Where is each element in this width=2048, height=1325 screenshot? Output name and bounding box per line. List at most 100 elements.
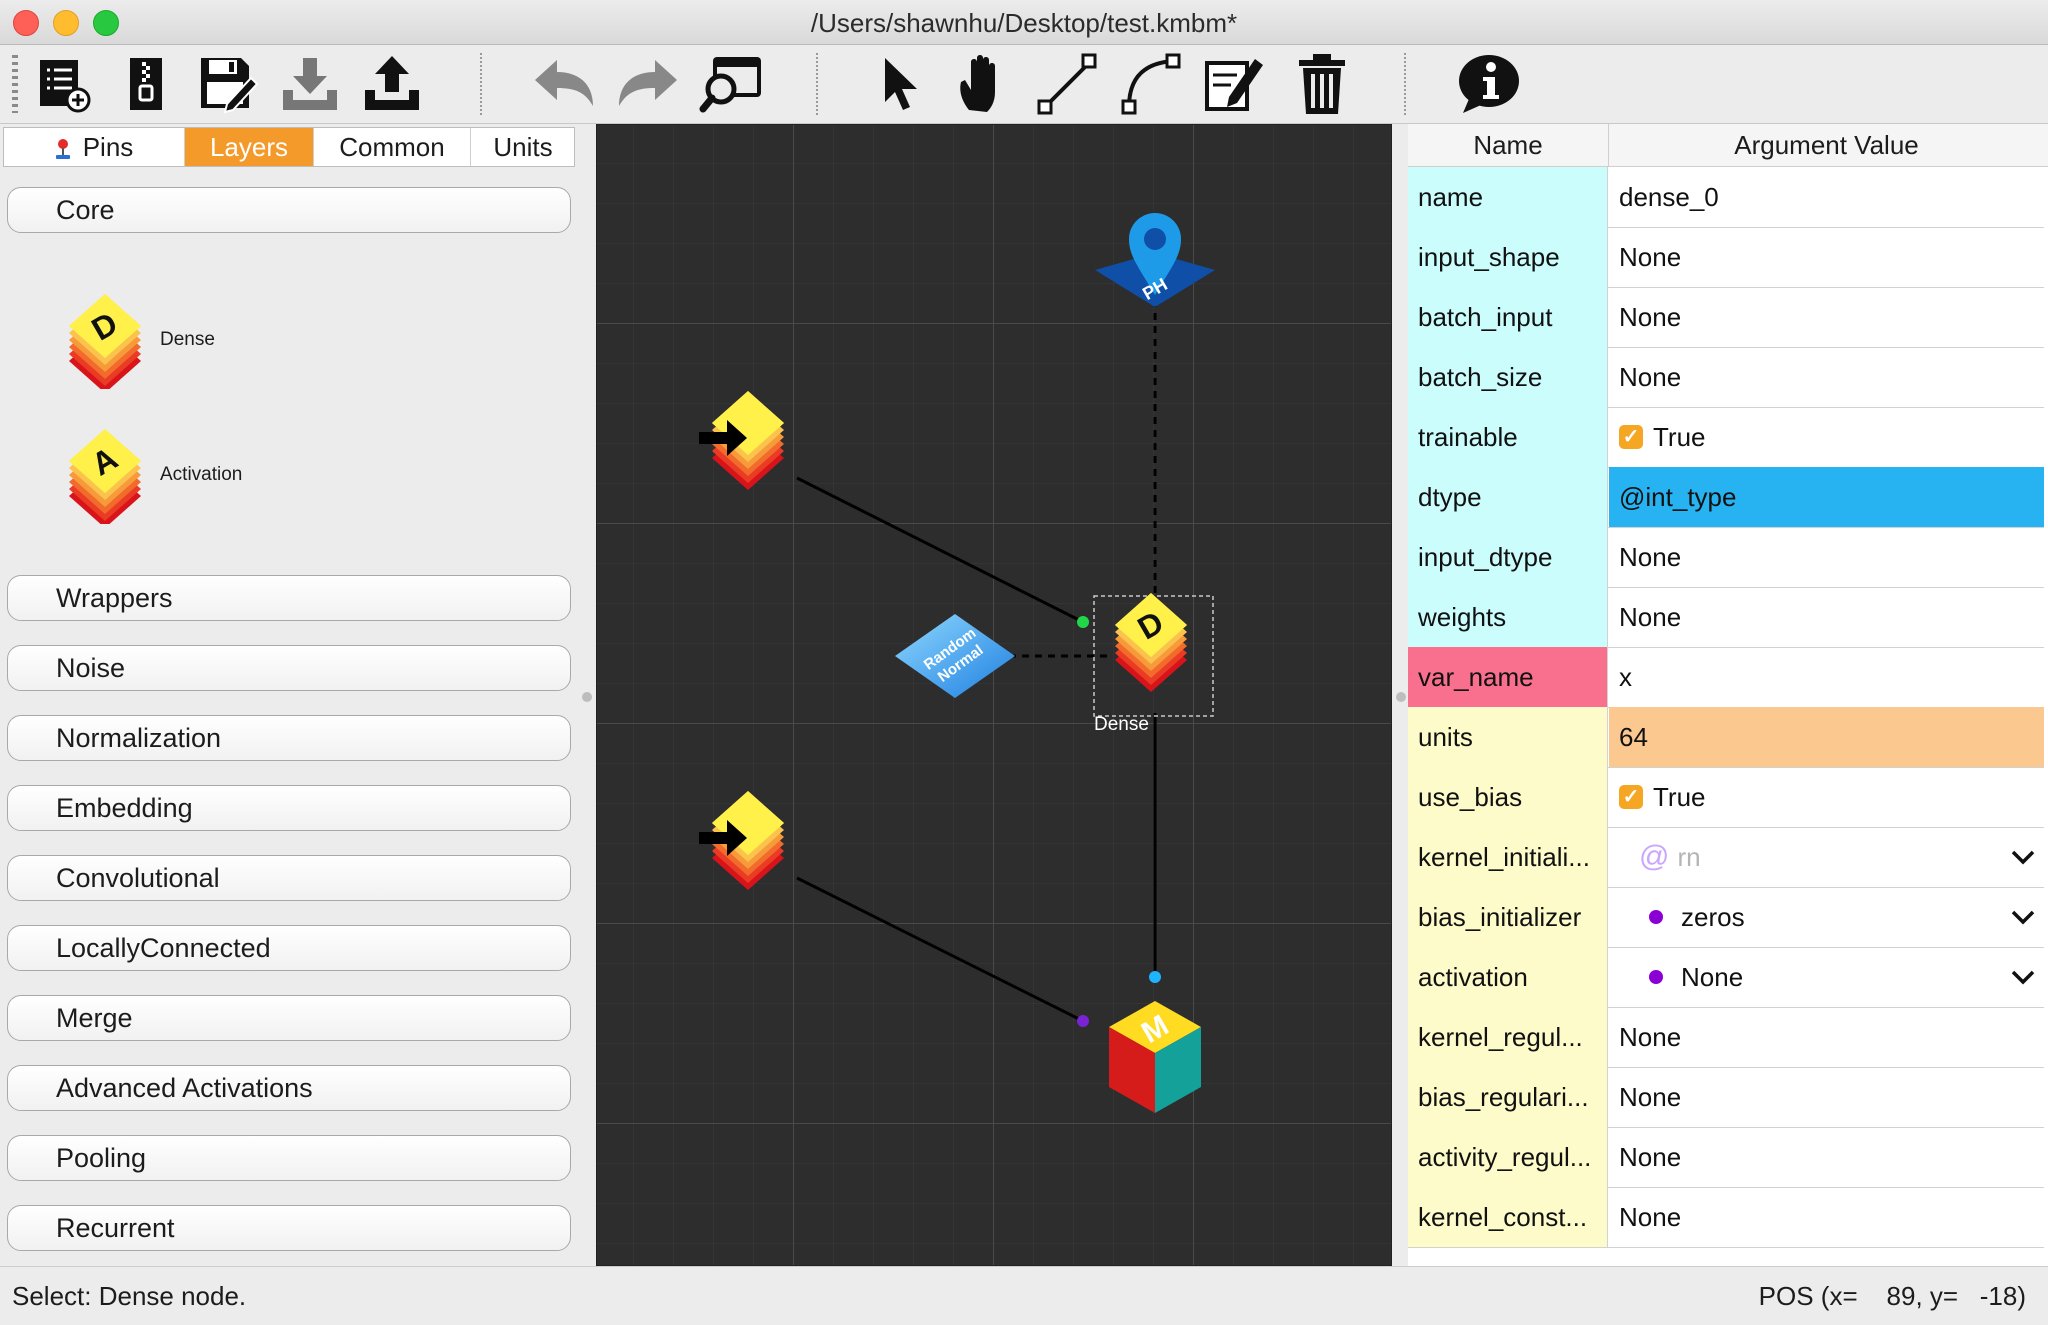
tab-pins[interactable]: Pins [4, 128, 185, 166]
section-core[interactable]: Core [7, 187, 571, 233]
property-row-trainable[interactable]: trainable ✓ True [1408, 407, 2044, 468]
property-row-units[interactable]: units 64 [1408, 707, 2044, 768]
dense-layer-icon: D [69, 294, 141, 393]
toolbar-separator [1404, 53, 1406, 115]
property-name: activation [1408, 947, 1608, 1007]
property-value[interactable]: None [1609, 1067, 2044, 1127]
property-row-dtype[interactable]: dtype @int_type [1408, 467, 2044, 528]
curve-tool-button[interactable] [1118, 50, 1186, 118]
new-file-button[interactable] [28, 50, 96, 118]
property-value[interactable]: None [1609, 1127, 2044, 1187]
section-merge[interactable]: Merge [7, 995, 571, 1041]
column-header-value[interactable]: Argument Value [1609, 124, 2044, 166]
property-name: kernel_initiali... [1408, 827, 1608, 887]
property-row-var-name[interactable]: var_name x [1408, 647, 2044, 708]
property-row-kernel-regul[interactable]: kernel_regul... None [1408, 1007, 2044, 1068]
property-row-name[interactable]: name dense_0 [1408, 167, 2044, 228]
section-pooling[interactable]: Pooling [7, 1135, 571, 1181]
property-row-bias-regulari[interactable]: bias_regulari... None [1408, 1067, 2044, 1128]
property-value[interactable]: None [1609, 527, 2044, 587]
section-convolutional[interactable]: Convolutional [7, 855, 571, 901]
section-noise[interactable]: Noise [7, 645, 571, 691]
property-row-activity-regul[interactable]: activity_regul... None [1408, 1127, 2044, 1188]
property-value-text: None [1619, 1141, 1682, 1172]
section-advanced-activations[interactable]: Advanced Activations [7, 1065, 571, 1111]
toolbar-grip[interactable] [12, 55, 18, 113]
property-row-batch-size[interactable]: batch_size None [1408, 347, 2044, 408]
save-edit-icon [201, 58, 259, 114]
property-value[interactable]: None [1609, 227, 2044, 287]
right-split-handle[interactable] [1396, 692, 1406, 702]
line-tool-button[interactable] [1034, 50, 1102, 118]
property-value[interactable]: @ rn [1609, 827, 2044, 887]
left-split-handle[interactable] [582, 692, 592, 702]
property-name: input_shape [1408, 227, 1608, 287]
edit-tool-button[interactable] [1200, 50, 1268, 118]
property-value[interactable]: x [1609, 647, 2044, 707]
property-row-batch-input[interactable]: batch_input None [1408, 287, 2044, 348]
palette-item-activation[interactable]: A Activation [60, 424, 360, 528]
pan-tool-button[interactable] [950, 50, 1018, 118]
section-normalization[interactable]: Normalization [7, 715, 571, 761]
chevron-down-icon[interactable] [2010, 965, 2036, 989]
property-value[interactable]: zeros [1609, 887, 2044, 947]
tab-pins-label: Pins [82, 131, 134, 162]
export-button[interactable] [358, 50, 426, 118]
toolbar [0, 45, 2048, 124]
property-row-kernel-const[interactable]: kernel_const... None [1408, 1187, 2044, 1248]
property-row-activation[interactable]: activation None [1408, 947, 2044, 1008]
archive-button[interactable] [112, 50, 180, 118]
section-locally-connected[interactable]: LocallyConnected [7, 925, 571, 971]
property-value[interactable]: dense_0 [1609, 167, 2044, 227]
checkbox-checked-icon[interactable]: ✓ [1619, 785, 1643, 809]
property-row-bias-initializer[interactable]: bias_initializer zeros [1408, 887, 2044, 948]
search-button[interactable] [698, 50, 766, 118]
section-wrappers[interactable]: Wrappers [7, 575, 571, 621]
port-dense-input[interactable] [1077, 616, 1089, 628]
port-model-input[interactable] [1077, 1015, 1089, 1027]
property-value[interactable]: ✓ True [1609, 407, 2044, 467]
property-value-text: None [1619, 1201, 1682, 1232]
select-tool-button[interactable] [866, 50, 934, 118]
property-value[interactable]: None [1609, 347, 2044, 407]
property-value[interactable]: None [1609, 587, 2044, 647]
graph-canvas[interactable]: PH Random Normal D M Dense [596, 124, 1392, 1266]
property-value[interactable]: None [1609, 947, 2044, 1007]
property-row-use-bias[interactable]: use_bias ✓ True [1408, 767, 2044, 828]
property-row-input-dtype[interactable]: input_dtype None [1408, 527, 2044, 588]
tab-common[interactable]: Common [314, 128, 471, 166]
redo-button[interactable] [614, 50, 682, 118]
property-value-text: @int_type [1619, 481, 1737, 512]
property-value[interactable]: None [1609, 1007, 2044, 1067]
tab-layers[interactable]: Layers [185, 128, 314, 166]
graph-svg: PH Random Normal D M [597, 125, 1391, 1265]
property-row-input-shape[interactable]: input_shape None [1408, 227, 2044, 288]
property-name: name [1408, 167, 1608, 227]
new-list-plus-icon [40, 60, 91, 113]
property-value-text: x [1619, 661, 1632, 692]
property-value[interactable]: ✓ True [1609, 767, 2044, 827]
undo-button[interactable] [530, 50, 598, 118]
tab-units[interactable]: Units [471, 128, 575, 166]
save-button[interactable] [194, 50, 262, 118]
property-value[interactable]: @int_type [1609, 467, 2044, 527]
property-value[interactable]: 64 [1609, 707, 2044, 767]
chevron-down-icon[interactable] [2010, 905, 2036, 929]
property-value-text: None [1619, 601, 1682, 632]
section-recurrent[interactable]: Recurrent [7, 1205, 571, 1251]
import-button[interactable] [276, 50, 344, 118]
column-header-name[interactable]: Name [1408, 124, 1609, 166]
property-value[interactable]: None [1609, 287, 2044, 347]
palette-item-dense[interactable]: D Dense [60, 289, 360, 393]
property-value[interactable]: None [1609, 1187, 2044, 1247]
chevron-down-icon[interactable] [2010, 845, 2036, 869]
info-button[interactable] [1454, 50, 1522, 118]
property-name: kernel_const... [1408, 1187, 1608, 1247]
property-row-weights[interactable]: weights None [1408, 587, 2044, 648]
delete-tool-button[interactable] [1288, 50, 1356, 118]
property-row-kernel-initiali[interactable]: kernel_initiali... @ rn [1408, 827, 2044, 888]
property-value-text: zeros [1681, 901, 1745, 932]
checkbox-checked-icon[interactable]: ✓ [1619, 425, 1643, 449]
port-model-top[interactable] [1149, 971, 1161, 983]
section-embedding[interactable]: Embedding [7, 785, 571, 831]
